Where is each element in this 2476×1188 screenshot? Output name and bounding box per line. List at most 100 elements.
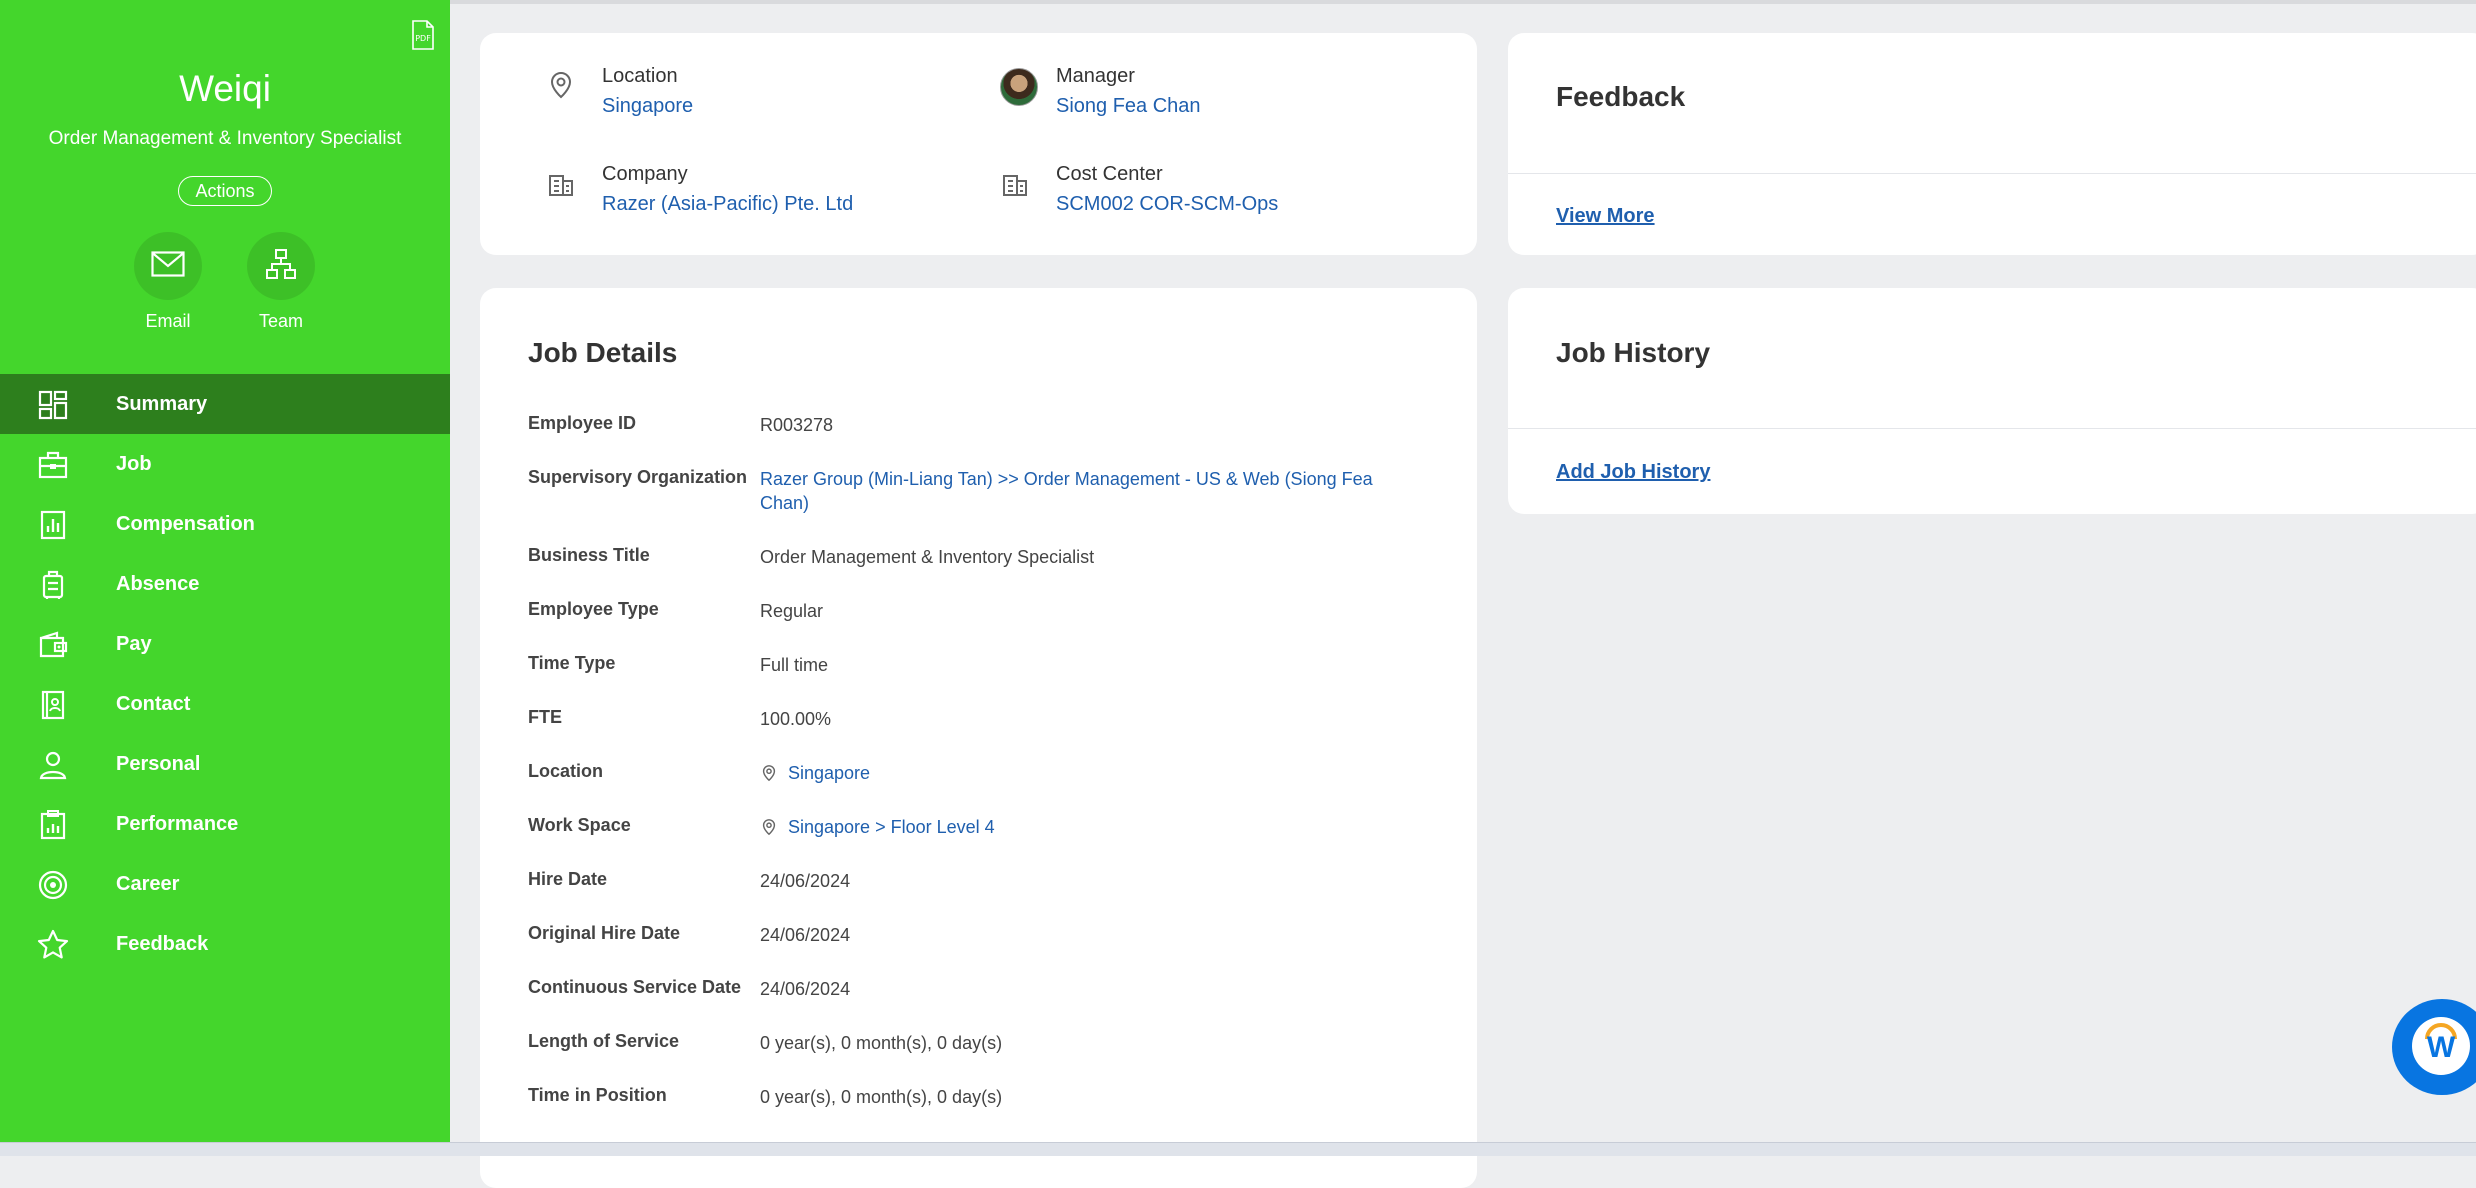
- work-space-link[interactable]: Singapore > Floor Level 4: [788, 817, 995, 837]
- team-label: Team: [258, 311, 303, 331]
- sidebar-item-compensation[interactable]: Compensation: [0, 494, 450, 554]
- bottom-taskbar-strip: [0, 1142, 2476, 1156]
- sidebar-item-label: Absence: [116, 572, 200, 595]
- bar-chart-icon: [37, 509, 69, 541]
- worker-title: Order Management & Inventory Specialist: [48, 128, 402, 149]
- luggage-icon: [37, 569, 69, 601]
- email-button[interactable]: [134, 232, 202, 300]
- manager-avatar: [1000, 68, 1038, 106]
- sidebar-item-career[interactable]: Career: [0, 854, 450, 914]
- sidebar-item-label: Pay: [116, 632, 152, 655]
- dashboard-icon: [37, 389, 69, 421]
- location-link[interactable]: Singapore: [602, 95, 693, 118]
- sidebar-item-summary[interactable]: Summary: [0, 374, 450, 434]
- person-icon: [37, 749, 69, 781]
- detail-label: Work Space: [528, 815, 631, 835]
- detail-label: FTE: [528, 707, 562, 727]
- cost-center-label: Cost Center: [1056, 163, 1163, 185]
- add-job-history-link[interactable]: Add Job History: [1556, 461, 1710, 484]
- sidebar-item-label: Feedback: [116, 932, 209, 955]
- sidebar-item-job[interactable]: Job: [0, 434, 450, 494]
- sidebar-item-label: Personal: [116, 752, 201, 775]
- detail-label: Employee ID: [528, 413, 637, 433]
- job-history-heading: Job History: [1556, 337, 1711, 368]
- detail-label: Supervisory Organization: [528, 467, 748, 487]
- job-location-link[interactable]: Singapore: [788, 763, 870, 783]
- detail-label: Original Hire Date: [528, 923, 681, 943]
- manager-link[interactable]: Siong Fea Chan: [1056, 95, 1201, 118]
- detail-label: Time Type: [528, 653, 616, 673]
- detail-value: 24/06/2024: [760, 979, 851, 999]
- detail-label: Time in Position: [528, 1085, 667, 1105]
- sidebar-item-label: Career: [116, 872, 180, 895]
- detail-value-wrapper: Singapore > Floor Level 4: [760, 815, 1400, 842]
- sidebar-item-label: Contact: [116, 692, 191, 715]
- sidebar-item-pay[interactable]: Pay: [0, 614, 450, 674]
- email-label: Email: [145, 311, 191, 331]
- workday-assistant-button[interactable]: W: [2392, 999, 2476, 1095]
- location-pin-icon: [760, 764, 778, 788]
- feedback-card: Feedback View More: [1508, 33, 2476, 255]
- detail-label: Continuous Service Date: [528, 977, 742, 997]
- supervisory-organization-link[interactable]: Razer Group (Min-Liang Tan) >> Order Man…: [760, 467, 1400, 515]
- view-more-link[interactable]: View More: [1556, 205, 1655, 228]
- location-pin-icon: [760, 818, 778, 842]
- detail-value: 0 year(s), 0 month(s), 0 day(s): [760, 1033, 1003, 1053]
- workday-letter: W: [2426, 1031, 2456, 1064]
- actions-button[interactable]: Actions: [178, 176, 272, 206]
- top-border: [450, 0, 2476, 4]
- job-history-card: Job History Add Job History: [1508, 288, 2476, 514]
- company-link[interactable]: Razer (Asia-Pacific) Pte. Ltd: [602, 193, 853, 216]
- detail-value: Order Management & Inventory Specialist: [760, 547, 1095, 567]
- briefcase-icon: [37, 449, 69, 481]
- sidebar-item-label: Performance: [116, 812, 239, 835]
- building-icon: [546, 168, 576, 198]
- detail-value-wrapper: Singapore: [760, 761, 1400, 788]
- contact-book-icon: [37, 689, 69, 721]
- sidebar-item-label: Summary: [116, 392, 208, 415]
- sidebar-item-absence[interactable]: Absence: [0, 554, 450, 614]
- detail-label: Location: [528, 761, 603, 781]
- company-label: Company: [602, 163, 688, 185]
- detail-value: R003278: [760, 415, 834, 435]
- workday-logo-icon: W: [2412, 1017, 2470, 1075]
- org-chart-icon: [265, 248, 297, 285]
- team-button[interactable]: [247, 232, 315, 300]
- card-divider: [1508, 173, 2476, 174]
- detail-value: 100.00%: [760, 709, 832, 729]
- detail-value: Regular: [760, 601, 824, 621]
- sidebar-item-feedback[interactable]: Feedback: [0, 914, 450, 974]
- location-label: Location: [602, 65, 678, 87]
- sidebar-item-contact[interactable]: Contact: [0, 674, 450, 734]
- worker-name: Weiqi: [179, 68, 271, 109]
- manager-label: Manager: [1056, 65, 1135, 87]
- detail-label: Length of Service: [528, 1031, 680, 1051]
- sidebar-item-personal[interactable]: Personal: [0, 734, 450, 794]
- mail-icon: [151, 250, 185, 282]
- job-details-heading: Job Details: [528, 337, 678, 368]
- clipboard-chart-icon: [37, 809, 69, 841]
- detail-label: Business Title: [528, 545, 650, 565]
- sidebar-nav: Summary Job Compensation Absence Pay Con…: [0, 374, 450, 974]
- worker-info-card: Location Singapore Manager Siong Fea Cha…: [480, 33, 1477, 255]
- pdf-icon[interactable]: PDF: [410, 20, 436, 50]
- detail-value: 24/06/2024: [760, 871, 851, 891]
- cost-center-icon: [1000, 168, 1030, 198]
- cost-center-link[interactable]: SCM002 COR-SCM-Ops: [1056, 193, 1278, 216]
- wallet-icon: [37, 629, 69, 661]
- sidebar-item-label: Job: [116, 452, 152, 475]
- detail-label: Hire Date: [528, 869, 608, 889]
- detail-label: Employee Type: [528, 599, 659, 619]
- detail-value: 0 year(s), 0 month(s), 0 day(s): [760, 1087, 1003, 1107]
- detail-value: 24/06/2024: [760, 925, 851, 945]
- job-details-card: Job Details Employee ID R003278 Supervis…: [480, 288, 1477, 1188]
- card-divider: [1508, 428, 2476, 429]
- target-icon: [37, 869, 69, 901]
- profile-sidebar: PDF Weiqi Order Management & Inventory S…: [0, 0, 450, 1142]
- star-icon: [37, 929, 69, 961]
- detail-value: Full time: [760, 655, 829, 675]
- sidebar-item-performance[interactable]: Performance: [0, 794, 450, 854]
- sidebar-item-label: Compensation: [116, 512, 255, 535]
- feedback-heading: Feedback: [1556, 81, 1686, 112]
- svg-text:PDF: PDF: [415, 34, 431, 43]
